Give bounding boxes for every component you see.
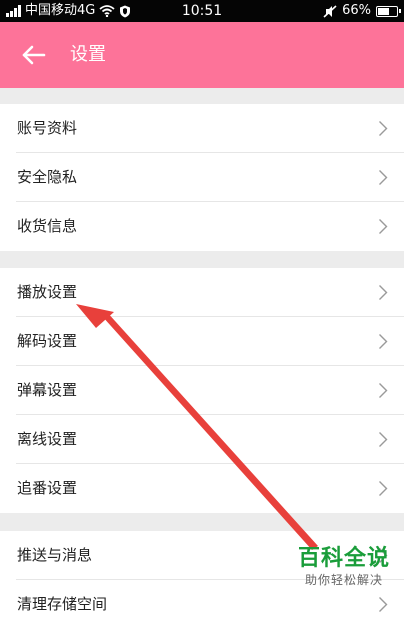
settings-item-label: 收货信息 <box>17 217 78 235</box>
settings-item-offline[interactable]: 离线设置 <box>0 415 404 464</box>
settings-item-decoding[interactable]: 解码设置 <box>0 317 404 366</box>
chevron-right-icon <box>379 219 388 234</box>
settings-item-label: 账号资料 <box>17 119 78 137</box>
battery-level-fill <box>378 7 390 15</box>
settings-item-bangumi[interactable]: 追番设置 <box>0 464 404 513</box>
section-gap <box>0 251 404 268</box>
watermark-title: 百科全说 <box>297 546 390 571</box>
mute-icon <box>323 4 337 18</box>
settings-item-label: 清理存储空间 <box>17 595 108 613</box>
watermark-subtitle: 助你轻松解决 <box>304 573 383 587</box>
settings-item-security[interactable]: 安全隐私 <box>0 153 404 202</box>
settings-item-danmaku[interactable]: 弹幕设置 <box>0 366 404 415</box>
status-bar: 中国移动4G 10:51 66% <box>0 0 404 22</box>
settings-item-label: 离线设置 <box>17 430 78 448</box>
chevron-right-icon <box>379 170 388 185</box>
app-header: 设置 <box>0 22 404 88</box>
battery-icon <box>376 5 401 17</box>
settings-item-shipping[interactable]: 收货信息 <box>0 202 404 251</box>
settings-item-label: 推送与消息 <box>17 546 93 564</box>
settings-item-label: 追番设置 <box>17 479 78 497</box>
chevron-right-icon <box>379 432 388 447</box>
settings-item-playback[interactable]: 播放设置 <box>0 268 404 317</box>
arrow-left-icon[interactable] <box>18 40 50 70</box>
section-gap <box>0 513 404 531</box>
chevron-right-icon <box>379 285 388 300</box>
section-gap <box>0 88 404 104</box>
page-title: 设置 <box>70 44 106 65</box>
settings-item-label: 弹幕设置 <box>17 381 78 399</box>
chevron-right-icon <box>379 481 388 496</box>
chevron-right-icon <box>379 334 388 349</box>
settings-item-label: 安全隐私 <box>17 168 78 186</box>
chevron-right-icon <box>379 383 388 398</box>
status-right: 66% <box>323 3 401 19</box>
settings-item-account[interactable]: 账号资料 <box>0 104 404 153</box>
chevron-right-icon <box>379 121 388 136</box>
settings-item-label: 播放设置 <box>17 283 78 301</box>
battery-percent: 66% <box>342 3 371 18</box>
chevron-right-icon <box>379 597 388 612</box>
settings-item-label: 解码设置 <box>17 332 78 350</box>
watermark: 百科全说 助你轻松解决 <box>298 546 390 588</box>
